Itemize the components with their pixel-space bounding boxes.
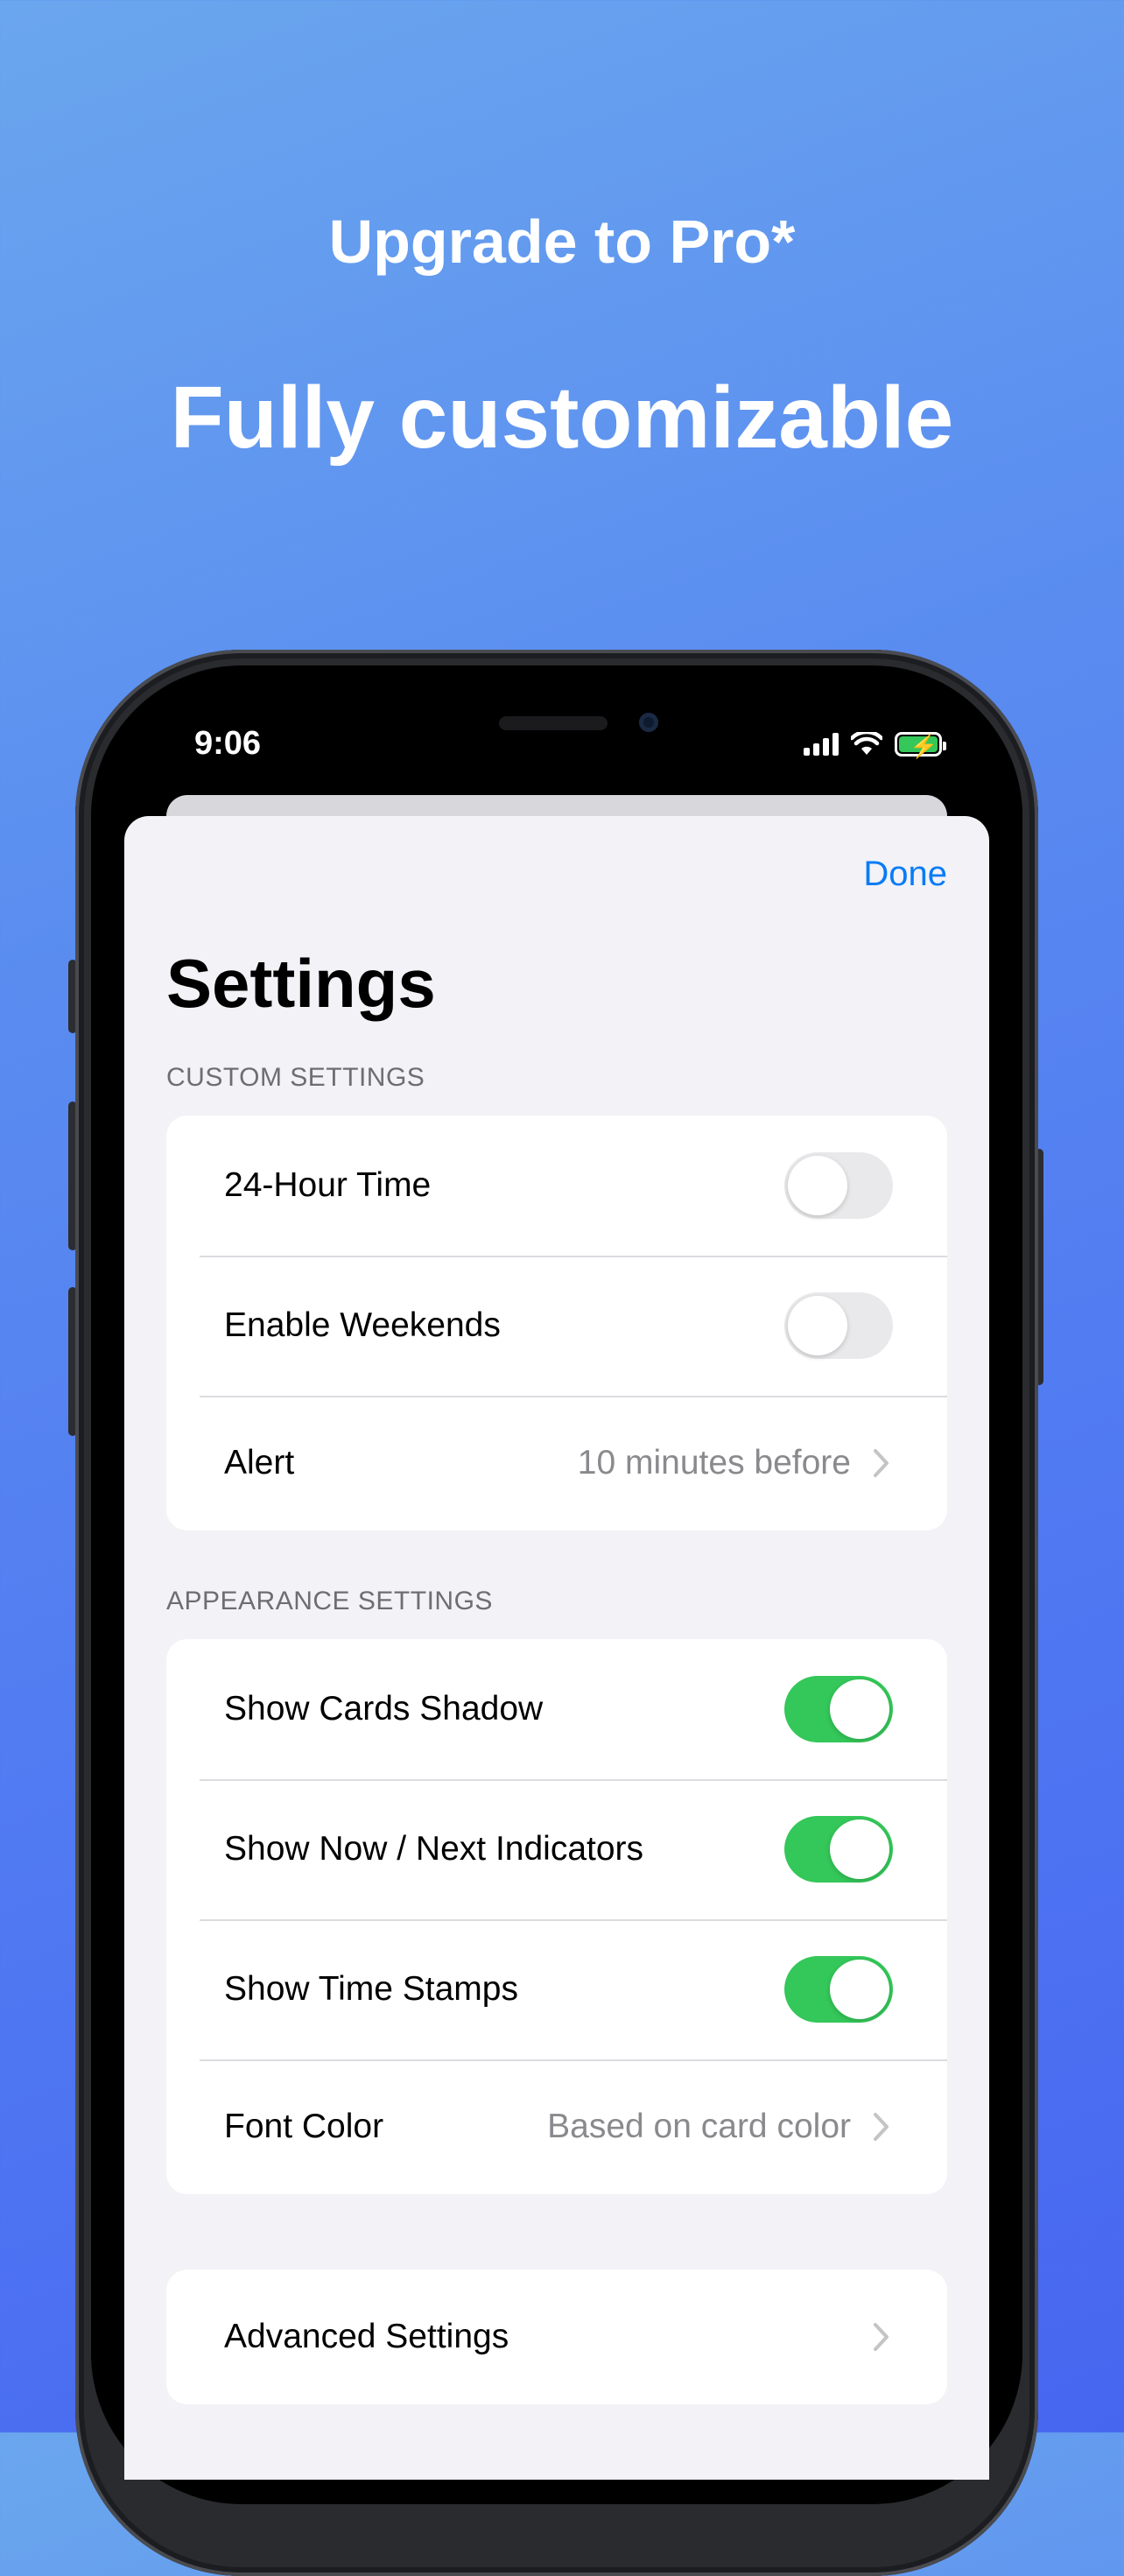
setting-label: Font Color xyxy=(224,2108,384,2145)
advanced-settings-group: Advanced Settings xyxy=(166,2270,947,2404)
battery-charging-icon: ⚡ xyxy=(895,732,946,759)
font-color-value: Based on card color xyxy=(547,2108,851,2145)
page-title: Settings xyxy=(166,945,436,1022)
setting-row-font-color[interactable]: Font Color Based on card color xyxy=(166,2059,947,2194)
section-header-custom: CUSTOM SETTINGS xyxy=(166,1063,425,1092)
show-now-next-indicators-toggle[interactable] xyxy=(784,1816,893,1883)
appearance-settings-group: Show Cards Shadow Show Now / Next Indica… xyxy=(166,1639,947,2194)
promo-subtitle: Upgrade to Pro* xyxy=(328,208,796,276)
setting-label: Alert xyxy=(224,1444,295,1482)
setting-row-show-cards-shadow: Show Cards Shadow xyxy=(166,1639,947,1779)
setting-label: 24-Hour Time xyxy=(224,1166,432,1204)
setting-label: Enable Weekends xyxy=(224,1306,501,1344)
setting-row-show-now-next-indicators: Show Now / Next Indicators xyxy=(166,1779,947,1919)
setting-label: Advanced Settings xyxy=(224,2318,509,2355)
done-button[interactable]: Done xyxy=(863,855,947,894)
status-icons: ⚡ xyxy=(804,732,946,759)
settings-sheet: Done Settings CUSTOM SETTINGS 24-Hour Ti… xyxy=(124,816,989,2480)
chevron-right-icon xyxy=(874,1449,889,1477)
setting-row-enable-weekends: Enable Weekends xyxy=(166,1256,947,1396)
setting-label: Show Cards Shadow xyxy=(224,1690,544,1728)
promo-title: Fully customizable xyxy=(170,369,954,467)
chevron-right-icon xyxy=(874,2323,889,2351)
cellular-signal-icon xyxy=(804,733,839,756)
24-hour-time-toggle[interactable] xyxy=(784,1152,893,1219)
alert-value: 10 minutes before xyxy=(577,1444,851,1482)
setting-label: Show Time Stamps xyxy=(224,1970,518,2008)
show-time-stamps-toggle[interactable] xyxy=(784,1956,893,2023)
setting-row-show-time-stamps: Show Time Stamps xyxy=(166,1919,947,2059)
phone-speaker xyxy=(499,716,608,730)
setting-row-alert[interactable]: Alert 10 minutes before xyxy=(166,1396,947,1531)
front-camera xyxy=(639,713,658,732)
setting-row-24-hour-time: 24-Hour Time xyxy=(166,1116,947,1256)
chevron-right-icon xyxy=(874,2113,889,2141)
section-header-appearance: APPEARANCE SETTINGS xyxy=(166,1587,493,1615)
custom-settings-group: 24-Hour Time Enable Weekends Alert 10 mi… xyxy=(166,1116,947,1531)
show-cards-shadow-toggle[interactable] xyxy=(784,1676,893,1742)
setting-label: Show Now / Next Indicators xyxy=(224,1830,644,1868)
wifi-icon xyxy=(851,732,882,755)
enable-weekends-toggle[interactable] xyxy=(784,1292,893,1359)
status-time: 9:06 xyxy=(194,725,262,762)
advanced-settings-row[interactable]: Advanced Settings xyxy=(166,2270,947,2404)
